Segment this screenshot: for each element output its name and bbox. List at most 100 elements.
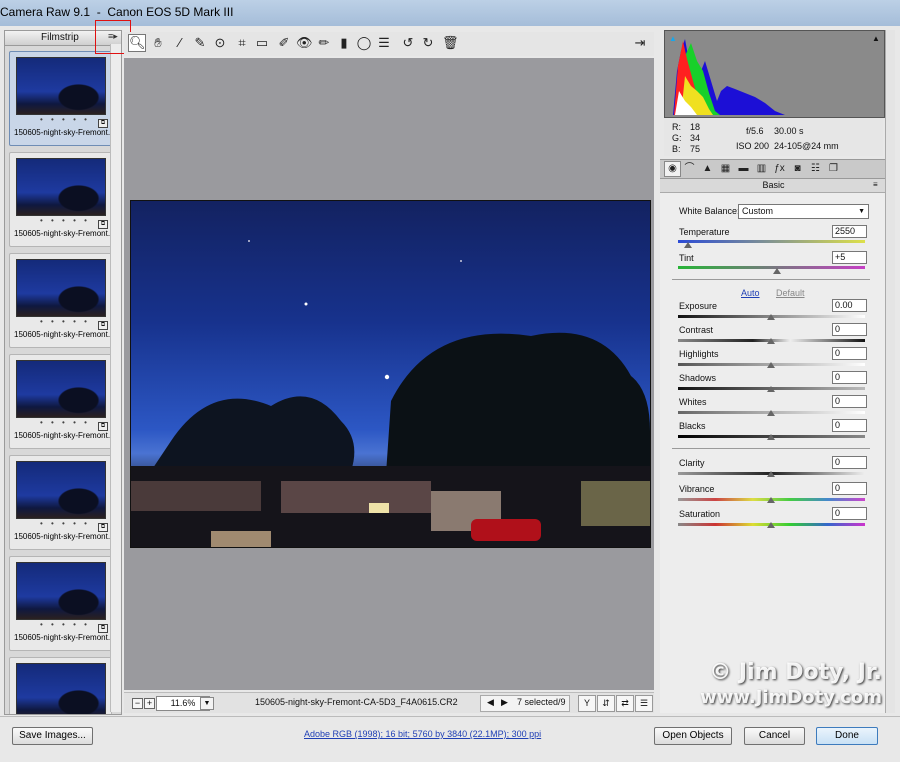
tint-slider[interactable] (678, 266, 865, 269)
thumbnail-image (16, 461, 106, 519)
blacks-field[interactable]: 0 (832, 419, 867, 432)
temperature-thumb[interactable] (684, 242, 692, 248)
contrast-field[interactable]: 0 (832, 323, 867, 336)
b-label: B: (672, 144, 681, 154)
exposure-field[interactable]: 0.00 (832, 299, 867, 312)
tab-snapshots-icon[interactable]: ❐ (826, 162, 841, 176)
white-balance-icon[interactable]: ⁄ (172, 35, 188, 51)
workflow-options-link[interactable]: Adobe RGB (1998); 16 bit; 5760 by 3840 (… (304, 729, 541, 739)
rating-dots[interactable]: • • • • • (40, 317, 90, 326)
filmstrip-thumb[interactable]: • • • • • ⧉ 150605-night-sky-Fremont... (9, 354, 115, 449)
straighten-icon[interactable]: ▭ (254, 35, 270, 51)
zoom-out-button[interactable]: − (132, 698, 143, 709)
rating-dots[interactable]: • • • • • (40, 519, 90, 528)
preview-preferences-icon[interactable]: ☰ (635, 695, 653, 712)
highlights-thumb[interactable] (767, 362, 775, 368)
auto-link[interactable]: Auto (741, 288, 760, 298)
shadow-clipping-icon[interactable]: ▲ (668, 34, 678, 43)
red-eye-icon[interactable]: 👁︎ (296, 35, 313, 51)
shadows-thumb[interactable] (767, 386, 775, 392)
whites-label: Whites (679, 397, 707, 407)
open-objects-button[interactable]: Open Objects (654, 727, 732, 745)
done-button[interactable]: Done (816, 727, 878, 745)
temperature-slider[interactable] (678, 240, 865, 243)
contrast-thumb[interactable] (767, 338, 775, 344)
zoom-icon[interactable]: 🔍︎ (128, 34, 146, 52)
y-compare-icon[interactable]: Y (578, 695, 596, 712)
rating-dots[interactable]: • • • • • (40, 216, 90, 225)
panel-scrollbar[interactable] (885, 30, 895, 713)
saturation-thumb[interactable] (767, 522, 775, 528)
blacks-thumb[interactable] (767, 434, 775, 440)
cancel-button[interactable]: Cancel (744, 727, 805, 745)
tab-lens-corrections-icon[interactable]: ▥ (754, 162, 769, 176)
vibrance-thumb[interactable] (767, 497, 775, 503)
filmstrip-thumb[interactable]: • • • • • ⧉ 150605-night-sky-Fremont... (9, 455, 115, 550)
rating-dots[interactable]: • • • • • (40, 115, 90, 124)
thumb-filename: 150605-night-sky-Fremont... (14, 532, 115, 541)
edited-badge-icon: ⧉ (98, 220, 108, 229)
default-link[interactable]: Default (776, 288, 805, 298)
zoom-in-button[interactable]: + (144, 698, 155, 709)
filmstrip-thumb[interactable]: • • • • • ⧉ 150605-night-sky-Fremont... (9, 152, 115, 247)
tab-camera-calibration-icon[interactable]: ◙ (790, 162, 805, 176)
g-label: G: (672, 133, 682, 143)
zoom-dropdown-icon[interactable]: ▼ (200, 697, 214, 710)
highlight-clipping-icon[interactable]: ▲ (871, 34, 881, 43)
basic-panel: White Balance: Custom ▼ Temperature 2550… (660, 193, 887, 713)
graduated-filter-icon[interactable]: ▮ (336, 35, 352, 51)
filmstrip-thumb[interactable]: • • • • • ⧉ 150605-night-sky-Fremont... (9, 51, 115, 146)
temperature-field[interactable]: 2550 (832, 225, 867, 238)
thumb-filename: 150605-night-sky-Fremont... (14, 633, 115, 642)
current-filename: 150605-night-sky-Fremont-CA-5D3_F4A0615.… (255, 697, 458, 707)
panel-menu-icon[interactable]: ≡ (873, 180, 878, 189)
tab-tone-curve-icon[interactable]: ⌒ (682, 162, 697, 176)
target-adjust-icon[interactable]: ⊙ (212, 35, 228, 51)
tab-basic-icon[interactable]: ◉ (664, 161, 681, 177)
copy-settings-icon[interactable]: ⇄ (616, 695, 634, 712)
tint-thumb[interactable] (773, 268, 781, 274)
swap-settings-icon[interactable]: ⇵ (597, 695, 615, 712)
adjustment-brush-icon[interactable]: ✏︎ (316, 35, 332, 51)
thumb-filename: 150605-night-sky-Fremont... (14, 229, 115, 238)
radial-filter-icon[interactable]: ◯ (356, 35, 372, 51)
exposure-thumb[interactable] (767, 314, 775, 320)
preferences-icon[interactable]: ☰ (376, 35, 392, 51)
aperture-value: f/5.6 (746, 126, 764, 136)
whites-field[interactable]: 0 (832, 395, 867, 408)
shadows-field[interactable]: 0 (832, 371, 867, 384)
rating-dots[interactable]: • • • • • (40, 620, 90, 629)
previous-image-icon[interactable]: ◀ (487, 697, 494, 708)
whites-thumb[interactable] (767, 410, 775, 416)
filmstrip-thumb[interactable] (9, 657, 112, 714)
filmstrip-thumb[interactable]: • • • • • ⧉ 150605-night-sky-Fremont... (9, 253, 115, 348)
filmstrip-thumb[interactable]: • • • • • ⧉ 150605-night-sky-Fremont... (9, 556, 115, 651)
highlights-field[interactable]: 0 (832, 347, 867, 360)
rotate-left-icon[interactable]: ↺ (400, 35, 416, 51)
tab-split-toning-icon[interactable]: ▬ (736, 162, 751, 176)
rating-dots[interactable]: • • • • • (40, 418, 90, 427)
clarity-field[interactable]: 0 (832, 456, 867, 469)
save-images-button[interactable]: Save Images... (12, 727, 93, 745)
filmstrip-title: Filmstrip (41, 32, 79, 43)
tab-detail-icon[interactable]: ▲ (700, 162, 715, 176)
trash-icon[interactable]: 🗑︎ (442, 35, 459, 51)
b-value: 75 (690, 144, 701, 154)
tab-presets-icon[interactable]: ☷ (808, 162, 823, 176)
crop-icon[interactable]: ⌗ (234, 35, 250, 51)
vibrance-field[interactable]: 0 (832, 482, 867, 495)
clarity-thumb[interactable] (767, 471, 775, 477)
fullscreen-icon[interactable]: ⇥ (632, 35, 648, 51)
tab-effects-icon[interactable]: ƒx (772, 162, 787, 176)
tint-field[interactable]: +5 (832, 251, 867, 264)
saturation-field[interactable]: 0 (832, 507, 867, 520)
hand-icon[interactable]: ✋︎ (150, 35, 166, 51)
white-balance-select[interactable]: Custom ▼ (738, 204, 869, 219)
filmstrip-scrollbar[interactable] (110, 44, 121, 712)
tab-hsl-icon[interactable]: ▦ (718, 162, 733, 176)
rotate-right-icon[interactable]: ↻ (420, 35, 436, 51)
spot-removal-icon[interactable]: ✐ (276, 35, 292, 51)
image-preview-area[interactable] (124, 58, 654, 690)
next-image-icon[interactable]: ▶ (501, 697, 508, 708)
color-sampler-icon[interactable]: ✎ (192, 35, 208, 51)
